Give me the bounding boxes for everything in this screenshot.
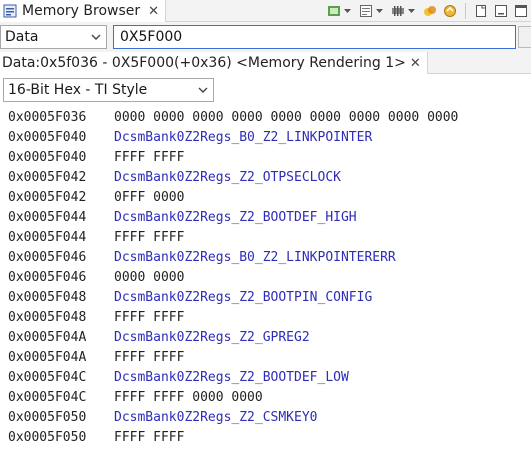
- row-value[interactable]: 0FFF 0000: [114, 188, 184, 208]
- row-value[interactable]: 0000 0000 0000 0000 0000 0000 0000 0000 …: [114, 108, 458, 128]
- maximize-icon[interactable]: [513, 3, 529, 19]
- memory-load-icon[interactable]: [390, 3, 406, 19]
- row-address: 0x0005F046: [8, 250, 87, 265]
- view-tab-bar: Memory Browser ✕: [0, 0, 531, 22]
- row-value[interactable]: FFFF FFFF 0000 0000: [114, 388, 263, 408]
- memory-rendering-title: Data:0x5f036 - 0X5F000(+0x36) <Memory Re…: [2, 55, 406, 71]
- chevron-down-icon: [198, 87, 208, 93]
- row-symbol: DcsmBank0Z2Regs_Z2_BOOTDEF_LOW: [114, 370, 349, 385]
- view-toolbar: [324, 0, 531, 22]
- memory-rendering-tab[interactable]: Data:0x5f036 - 0X5F000(+0x36) <Memory Re…: [0, 52, 428, 74]
- row-address: 0x0005F04A: [8, 330, 87, 345]
- format-select-value: 16-Bit Hex - TI Style: [8, 82, 148, 98]
- memory-view: 0x0005F036 0000 0000 0000 0000 0000 0000…: [0, 108, 531, 450]
- row-value[interactable]: FFFF FFFF: [114, 348, 184, 368]
- refresh-icon[interactable]: [326, 3, 342, 19]
- row-address: 0x0005F040: [8, 150, 87, 165]
- address-input[interactable]: [113, 25, 516, 49]
- memory-browser-title: Memory Browser: [22, 3, 141, 19]
- row-value[interactable]: FFFF FFFF: [114, 308, 184, 328]
- row-symbol: DcsmBank0Z2Regs_Z2_OTPSECLOCK: [114, 170, 341, 185]
- row-address: 0x0005F04C: [8, 370, 87, 385]
- row-address: 0x0005F048: [8, 290, 87, 305]
- address-go-button[interactable]: [518, 26, 531, 48]
- row-symbol: DcsmBank0Z2Regs_Z2_GPREG2: [114, 330, 310, 345]
- row-address: 0x0005F04C: [8, 390, 87, 405]
- row-address: 0x0005F050: [8, 430, 87, 445]
- row-address: 0x0005F050: [8, 410, 87, 425]
- row-address: 0x0005F042: [8, 170, 87, 185]
- minimize-icon[interactable]: [493, 3, 509, 19]
- new-window-icon[interactable]: [473, 3, 489, 19]
- row-address: 0x0005F044: [8, 230, 87, 245]
- memory-save-icon[interactable]: [358, 3, 374, 19]
- row-address: 0x0005F044: [8, 210, 87, 225]
- row-symbol: DcsmBank0Z2Regs_Z2_BOOTPIN_CONFIG: [114, 290, 373, 305]
- refresh-dropdown-icon[interactable]: [344, 3, 351, 19]
- row-address: 0x0005F042: [8, 190, 87, 205]
- row-symbol: DcsmBank0Z2Regs_B0_Z2_LINKPOINTERERR: [114, 250, 396, 265]
- close-view-icon[interactable]: ✕: [148, 4, 159, 19]
- toolbar-separator: [465, 3, 466, 19]
- memory-browser-icon: [2, 3, 18, 19]
- close-rendering-icon[interactable]: ✕: [410, 56, 421, 71]
- row-value[interactable]: FFFF FFFF: [114, 428, 184, 448]
- chevron-down-icon: [91, 34, 101, 40]
- memory-save-dropdown-icon[interactable]: [376, 3, 383, 19]
- row-symbol: DcsmBank0Z2Regs_Z2_CSMKEY0: [114, 410, 318, 425]
- memory-browser-tab[interactable]: Memory Browser ✕: [0, 0, 167, 22]
- row-address: 0x0005F036: [8, 110, 87, 125]
- row-address: 0x0005F04A: [8, 350, 87, 365]
- row-symbol: DcsmBank0Z2Regs_B0_Z2_LINKPOINTER: [114, 130, 373, 145]
- page-select-value: Data: [5, 29, 39, 45]
- row-address: 0x0005F048: [8, 310, 87, 325]
- row-value[interactable]: FFFF FFFF: [114, 148, 184, 168]
- row-address: 0x0005F046: [8, 270, 87, 285]
- row-address: 0x0005F040: [8, 130, 87, 145]
- row-value[interactable]: 0000 0000: [114, 268, 184, 288]
- rendering-tab-bar: Data:0x5f036 - 0X5F000(+0x36) <Memory Re…: [0, 52, 531, 74]
- memory-load-dropdown-icon[interactable]: [408, 3, 415, 19]
- row-value[interactable]: FFFF FFFF: [114, 228, 184, 248]
- row-symbol: DcsmBank0Z2Regs_Z2_BOOTDEF_HIGH: [114, 210, 357, 225]
- format-select[interactable]: 16-Bit Hex - TI Style: [3, 78, 214, 102]
- restore-icon[interactable]: [442, 3, 458, 19]
- connect-icon[interactable]: [422, 3, 438, 19]
- page-select[interactable]: Data: [0, 25, 107, 49]
